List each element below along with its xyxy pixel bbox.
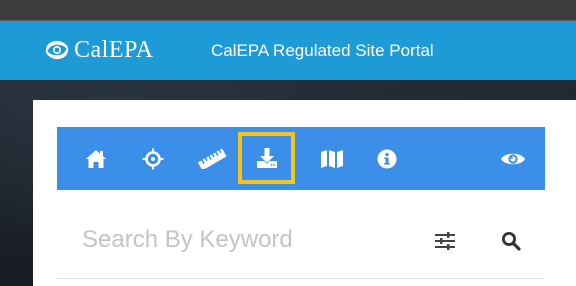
map-icon (321, 149, 343, 168)
browser-top-bar (0, 0, 576, 21)
search-button[interactable] (498, 228, 524, 254)
search-divider (57, 278, 545, 279)
download-button[interactable] (238, 132, 295, 184)
search-icon (502, 232, 521, 251)
basemap-button[interactable] (312, 127, 352, 190)
filter-button[interactable] (432, 228, 458, 254)
search-bar (57, 210, 545, 270)
ruler-icon (198, 148, 227, 169)
download-icon (256, 148, 277, 168)
home-button[interactable] (76, 127, 116, 190)
measure-button[interactable] (192, 127, 232, 190)
calepa-logo[interactable]: CalEPA (42, 33, 153, 67)
visibility-button[interactable] (493, 127, 533, 190)
info-button[interactable] (367, 127, 407, 190)
search-input[interactable] (82, 220, 422, 260)
home-icon (86, 149, 106, 168)
locate-button[interactable] (133, 127, 173, 190)
crosshairs-icon (142, 148, 164, 169)
sliders-icon (435, 232, 455, 250)
calepa-swirl-icon (45, 40, 69, 60)
info-icon (377, 149, 397, 168)
eye-icon (501, 153, 525, 164)
site-header: CalEPA CalEPA Regulated Site Portal (0, 21, 576, 80)
logo-text: CalEPA (74, 36, 154, 63)
portal-title: CalEPA Regulated Site Portal (211, 41, 434, 60)
map-toolbar (57, 127, 545, 190)
